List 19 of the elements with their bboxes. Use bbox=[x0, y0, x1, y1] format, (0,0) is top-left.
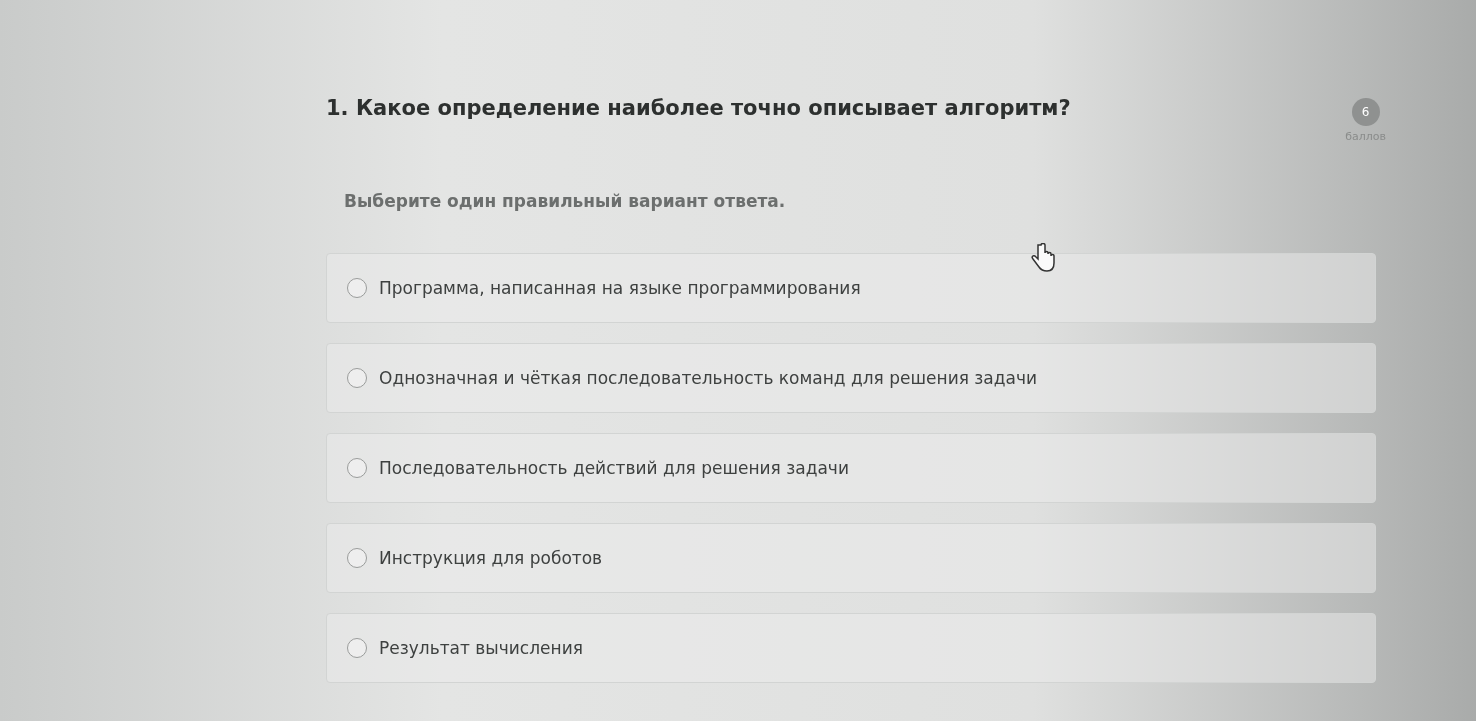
option-label: Программа, написанная на языке программирования bbox=[379, 278, 861, 298]
answer-option[interactable]: Последовательность действий для решения задачи bbox=[326, 433, 1376, 503]
option-label: Результат вычисления bbox=[379, 638, 583, 658]
answer-option[interactable]: Инструкция для роботов bbox=[326, 523, 1376, 593]
option-label: Инструкция для роботов bbox=[379, 548, 603, 568]
option-label: Однозначная и чёткая последовательность команд для решения задачи bbox=[379, 368, 1038, 388]
radio-button[interactable] bbox=[347, 638, 367, 658]
answer-option[interactable]: Однозначная и чёткая последовательность команд для решения задачи bbox=[326, 343, 1376, 413]
radio-button[interactable] bbox=[347, 278, 367, 298]
radio-button[interactable] bbox=[347, 458, 367, 478]
points-badge: 6 bbox=[1351, 98, 1380, 126]
question-title: 1. Какое определение наиболее точно описывает алгоритм? bbox=[326, 96, 1071, 120]
answer-option[interactable]: Программа, написанная на языке программирования bbox=[326, 253, 1376, 323]
radio-button[interactable] bbox=[347, 548, 367, 568]
instruction-text: Выберите один правильный вариант ответа. bbox=[344, 191, 787, 211]
hand-cursor-icon bbox=[1030, 243, 1056, 273]
answer-option[interactable]: Результат вычисления bbox=[326, 613, 1376, 683]
radio-button[interactable] bbox=[347, 368, 367, 388]
option-label: Последовательность действий для решения задачи bbox=[379, 458, 849, 478]
